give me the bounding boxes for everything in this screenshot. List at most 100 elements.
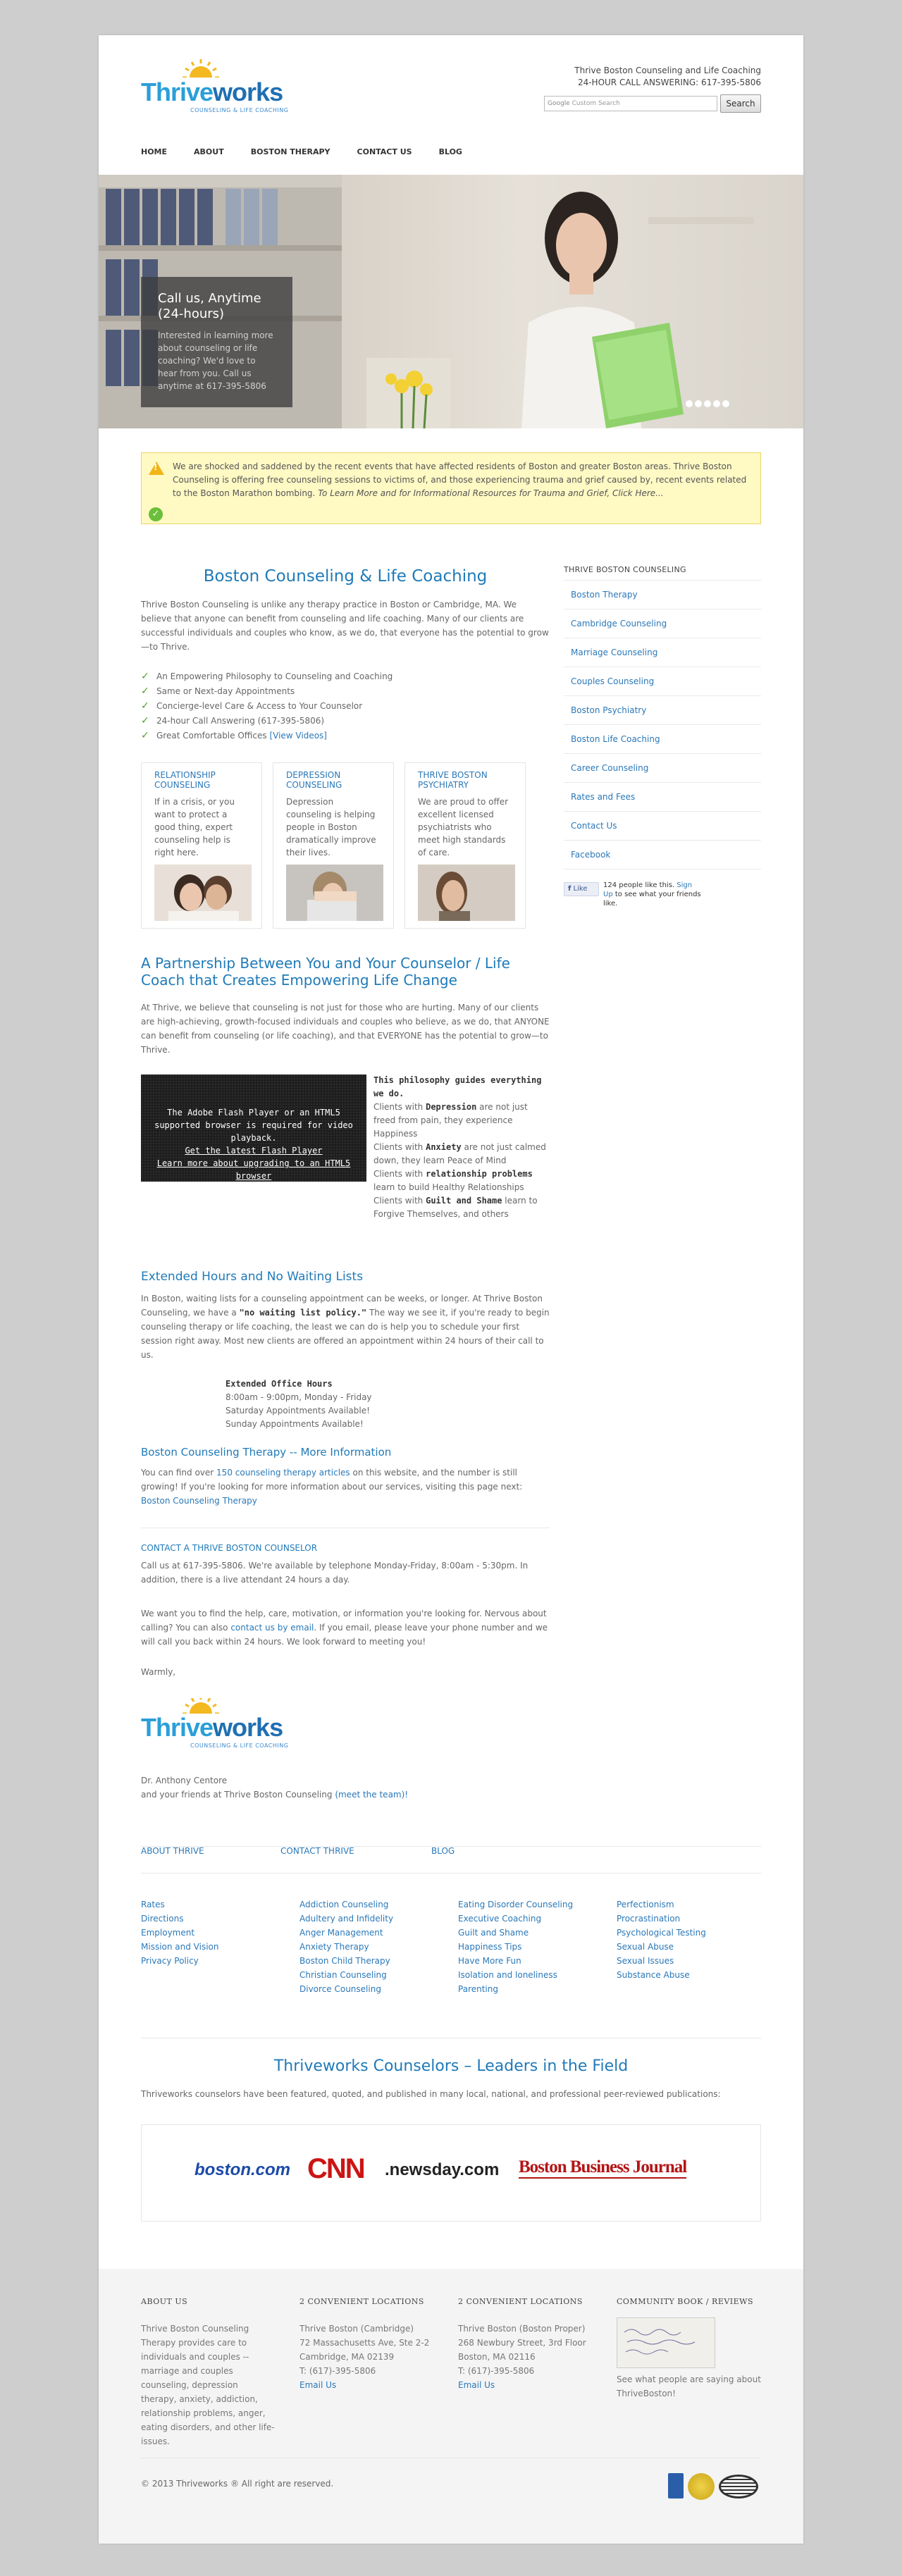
footer-link[interactable]: Anger Management [299,1926,440,1940]
search-input[interactable]: Google Custom Search [544,96,717,111]
nav-blog[interactable]: BLOG [439,147,462,156]
sidebar-item-facebook[interactable]: Facebook [564,841,761,869]
email-us-link[interactable]: Email Us [458,2380,495,2390]
contact-text-1: Call us at 617-395-5806. We're available… [141,1561,529,1585]
press-logo-bbj: Boston Business Journal [519,2157,687,2179]
facebook-like-button[interactable]: f Like [564,882,599,896]
html5-upgrade-link[interactable]: Learn more about upgrading to an HTML5 b… [145,1157,362,1182]
checkmark-icon: ✓ [149,507,163,521]
footer-link[interactable]: Eating Disorder Counseling [458,1897,599,1912]
flash-message: The Adobe Flash Player or an HTML5 suppo… [154,1108,353,1143]
footer-link[interactable]: Psychological Testing [617,1926,758,1940]
service-card-depression[interactable]: DEPRESSION COUNSELING Depression counsel… [273,762,394,929]
facebook-like-text: 124 people like this. Sign Up to see wha… [603,881,701,908]
footer-book-text: See what people are saying about ThriveB… [617,2374,761,2398]
feature-item: ✓ An Empowering Philosophy to Counseling … [141,669,550,684]
footer-link[interactable]: Parenting [458,1982,599,1996]
office-hours-heading: Extended Office Hours [226,1379,333,1389]
email-contact-link[interactable]: contact us by email [230,1623,314,1633]
logo-tagline: COUNSELING & LIFE COACHING [190,107,289,113]
page-container: Thriveworks COUNSELING & LIFE COACHING T… [99,35,803,2544]
leaders-text: Thriveworks counselors have been feature… [141,2089,721,2099]
footer-link[interactable]: Rates [141,1897,282,1912]
sidebar-item-marriage-counseling[interactable]: Marriage Counseling [564,638,761,667]
sidebar: THRIVE BOSTON COUNSELING Boston Therapy … [564,565,761,923]
counseling-therapy-link[interactable]: Boston Counseling Therapy [141,1496,257,1506]
nav-boston-therapy[interactable]: BOSTON THERAPY [251,147,330,156]
sidebar-item-cambridge-counseling[interactable]: Cambridge Counseling [564,609,761,638]
facebook-like-box: f Like 124 people like this. Sign Up to … [564,881,761,923]
google-brand: Google [548,100,570,107]
header-phone: 24-HOUR CALL ANSWERING: 617-395-5806 [577,78,761,87]
philosophy-item: Clients with relationship problems learn… [373,1169,533,1192]
sidebar-item-couples-counseling[interactable]: Couples Counseling [564,667,761,696]
hours-text: In Boston, waiting lists for a counselin… [141,1294,550,1360]
nav-contact-us[interactable]: CONTACT US [357,147,412,156]
footer-link[interactable]: Guilt and Shame [458,1926,599,1940]
footer-link[interactable]: Christian Counseling [299,1968,440,1982]
nav-about[interactable]: ABOUT [194,147,224,156]
service-text: Depression counseling is helping people … [286,797,376,857]
signature-logo-tagline: COUNSELING & LIFE COACHING [190,1742,289,1749]
page-title: Boston Counseling & Life Coaching [203,567,488,586]
contact-text-2: We want you to find the help, care, moti… [141,1609,548,1647]
philosophy-item: Clients with Anxiety are not just calmed… [373,1142,546,1165]
footer-link[interactable]: Substance Abuse [617,1968,758,1982]
footer-link[interactable]: Happiness Tips [458,1940,599,1954]
bbb-badge-icon [719,2475,758,2498]
service-title[interactable]: THRIVE BOSTON PSYCHIATRY [418,770,512,791]
video-player[interactable]: The Adobe Flash Player or an HTML5 suppo… [141,1075,366,1182]
footer-location-2: 2 CONVENIENT LOCATIONS Thrive Boston (Bo… [458,2297,599,2392]
sidebar-item-boston-psychiatry[interactable]: Boston Psychiatry [564,696,761,725]
service-card-psychiatry[interactable]: THRIVE BOSTON PSYCHIATRY We are proud to… [404,762,526,929]
hero-slider[interactable]: Call us, Anytime (24-hours) Interested i… [99,175,803,428]
signature: Dr. Anthony Centore and your friends at T… [141,1776,409,1800]
service-title[interactable]: DEPRESSION COUNSELING [286,770,381,791]
features-list: ✓ An Empowering Philosophy to Counseling … [141,669,550,743]
feature-item: ✓ Same or Next-day Appointments [141,684,550,699]
footer-link[interactable]: Anxiety Therapy [299,1940,440,1954]
footer-book-title: COMMUNITY BOOK / REVIEWS [617,2297,754,2306]
footer-link[interactable]: Have More Fun [458,1954,599,1968]
footer-link[interactable]: Divorce Counseling [299,1982,440,1996]
community-book-image[interactable] [617,2317,715,2368]
search-button[interactable]: Search [720,94,761,113]
view-videos-link[interactable]: [View Videos] [269,731,327,741]
footer-link[interactable]: Addiction Counseling [299,1897,440,1912]
logo-text: Thriveworks [141,78,283,106]
footer-link[interactable]: Sexual Abuse [617,1940,758,1954]
footer-link[interactable]: Employment [141,1926,282,1940]
footer-link[interactable]: Sexual Issues [617,1954,758,1968]
sidebar-item-career-counseling[interactable]: Career Counseling [564,754,761,783]
footer-location-title: 2 CONVENIENT LOCATIONS [458,2297,583,2306]
sidebar-item-boston-life-coaching[interactable]: Boston Life Coaching [564,725,761,754]
sidebar-item-boston-therapy[interactable]: Boston Therapy [564,581,761,609]
nav-home[interactable]: HOME [141,147,167,156]
bottom-nav-blog[interactable]: BLOG [431,1846,455,1856]
footer-link[interactable]: Mission and Vision [141,1940,282,1954]
footer-link[interactable]: Directions [141,1912,282,1926]
bottom-nav-contact[interactable]: CONTACT THRIVE [280,1846,354,1856]
sidebar-item-rates-fees[interactable]: Rates and Fees [564,783,761,812]
footer-link[interactable]: Boston Child Therapy [299,1954,440,1968]
footer-link[interactable]: Executive Coaching [458,1912,599,1926]
sidebar-item-contact-us[interactable]: Contact Us [564,812,761,841]
hero-title: Call us, Anytime (24-hours) [158,291,261,321]
logo[interactable]: Thriveworks COUNSELING & LIFE COACHING [141,58,317,122]
service-card-relationship[interactable]: RELATIONSHIP COUNSELING If in a crisis, … [141,762,262,929]
footer-link[interactable]: Isolation and loneliness [458,1968,599,1982]
footer-link[interactable]: Privacy Policy [141,1954,282,1968]
articles-link[interactable]: 150 counseling therapy articles [216,1468,350,1478]
footer-link[interactable]: Adultery and Infidelity [299,1912,440,1926]
service-title[interactable]: RELATIONSHIP COUNSELING [154,770,249,791]
meet-team-link[interactable]: (meet the team)! [335,1790,408,1800]
search-placeholder: Custom Search [572,100,620,107]
flash-download-link[interactable]: Get the latest Flash Player [145,1144,362,1157]
footer-link[interactable]: Procrastination [617,1912,758,1926]
bottom-nav-about[interactable]: ABOUT THRIVE [141,1846,204,1856]
footer-link[interactable]: Perfectionism [617,1897,758,1912]
signature-logo: Thriveworks COUNSELING & LIFE COACHING [141,1695,317,1761]
email-us-link[interactable]: Email Us [299,2380,336,2390]
alert-link[interactable]: To Learn More and for Informational Reso… [318,488,663,498]
trust-badge-icon [668,2473,684,2498]
